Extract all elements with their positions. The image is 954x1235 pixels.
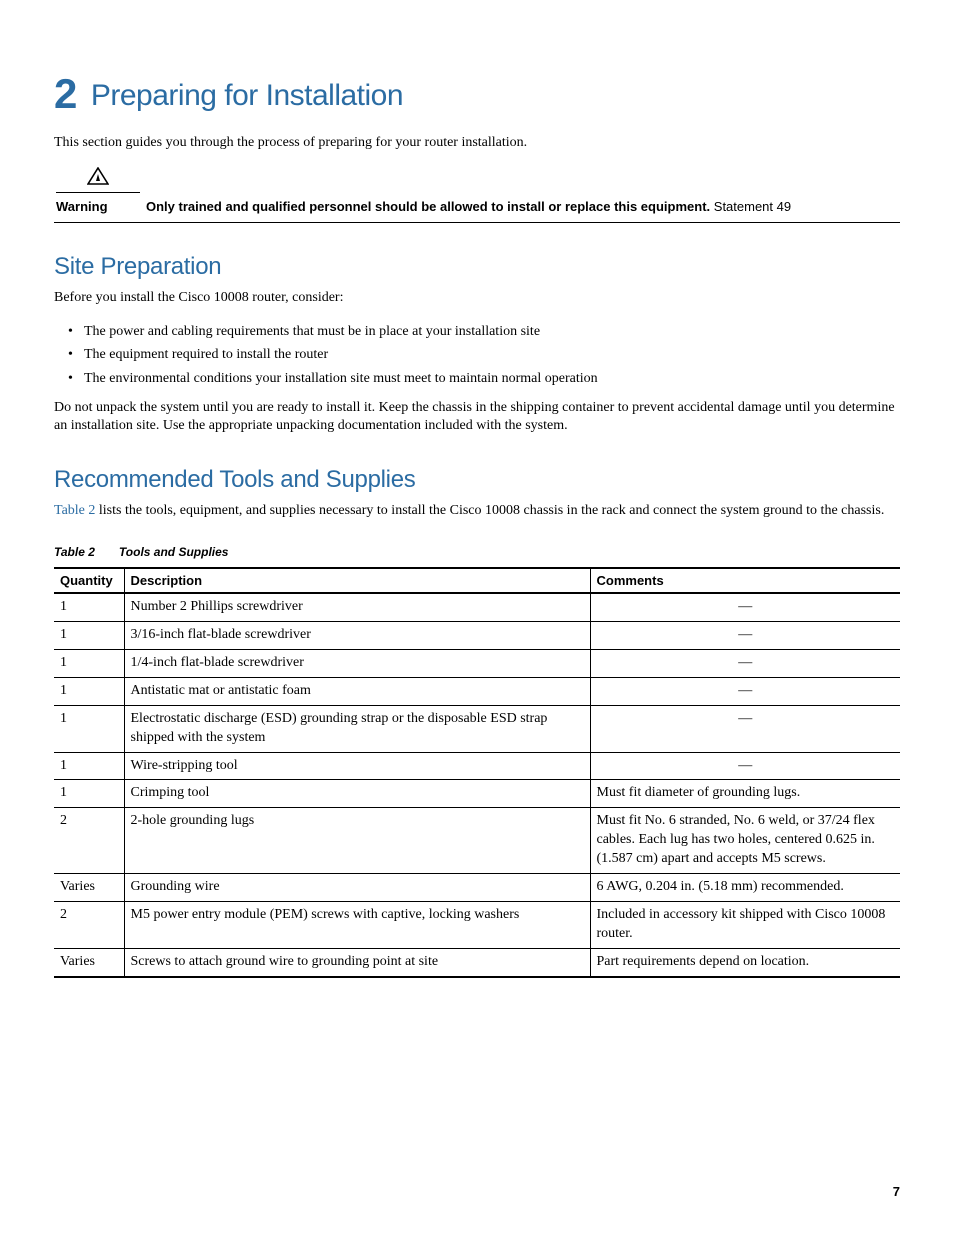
- site-prep-tail: Do not unpack the system until you are r…: [54, 399, 900, 437]
- warning-label: Warning: [54, 199, 146, 214]
- table-row: 1Crimping toolMust fit diameter of groun…: [54, 780, 900, 808]
- cell-description: Grounding wire: [124, 874, 590, 902]
- cell-comments: —: [590, 752, 900, 780]
- cell-comments: 6 AWG, 0.204 in. (5.18 mm) recommended.: [590, 874, 900, 902]
- table-2-xref[interactable]: Table 2: [54, 503, 95, 518]
- cell-comments: —: [590, 650, 900, 678]
- cell-comments: —: [590, 705, 900, 752]
- list-item: The power and cabling requirements that …: [84, 322, 900, 342]
- col-comments: Comments: [590, 568, 900, 593]
- cell-quantity: 1: [54, 650, 124, 678]
- cell-quantity: 1: [54, 705, 124, 752]
- col-description: Description: [124, 568, 590, 593]
- site-prep-lead: Before you install the Cisco 10008 route…: [54, 289, 900, 308]
- table-header-row: Quantity Description Comments: [54, 568, 900, 593]
- chapter-title: Preparing for Installation: [91, 79, 403, 112]
- cell-quantity: 1: [54, 752, 124, 780]
- cell-comments: —: [590, 622, 900, 650]
- table-row: VariesScrews to attach ground wire to gr…: [54, 948, 900, 976]
- site-preparation-heading: Site Preparation: [54, 253, 900, 281]
- table-row: 22-hole grounding lugsMust fit No. 6 str…: [54, 808, 900, 874]
- chapter-number: 2: [54, 70, 77, 117]
- warning-trail: Statement 49: [710, 199, 791, 214]
- cell-quantity: 2: [54, 808, 124, 874]
- cell-comments: —: [590, 593, 900, 621]
- cell-description: Crimping tool: [124, 780, 590, 808]
- cell-description: Wire-stripping tool: [124, 752, 590, 780]
- cell-quantity: 2: [54, 901, 124, 948]
- cell-comments: —: [590, 677, 900, 705]
- recommended-lead: Table 2 lists the tools, equipment, and …: [54, 502, 900, 521]
- cell-quantity: 1: [54, 780, 124, 808]
- chapter-heading: 2 Preparing for Installation: [54, 70, 900, 118]
- cell-quantity: Varies: [54, 948, 124, 976]
- cell-comments: Must fit No. 6 stranded, No. 6 weld, or …: [590, 808, 900, 874]
- page-number: 7: [893, 1184, 900, 1199]
- cell-quantity: 1: [54, 593, 124, 621]
- cell-description: Number 2 Phillips screwdriver: [124, 593, 590, 621]
- cell-description: 2-hole grounding lugs: [124, 808, 590, 874]
- intro-paragraph: This section guides you through the proc…: [54, 134, 900, 153]
- cell-comments: Included in accessory kit shipped with C…: [590, 901, 900, 948]
- list-item: The equipment required to install the ro…: [84, 345, 900, 365]
- cell-description: M5 power entry module (PEM) screws with …: [124, 901, 590, 948]
- table-row: VariesGrounding wire6 AWG, 0.204 in. (5.…: [54, 874, 900, 902]
- table-caption-number: Table 2: [54, 545, 95, 559]
- table-row: 1Wire-stripping tool—: [54, 752, 900, 780]
- warning-text: Only trained and qualified personnel sho…: [146, 199, 900, 214]
- table-row: 13/16-inch flat-blade screwdriver—: [54, 622, 900, 650]
- col-quantity: Quantity: [54, 568, 124, 593]
- cell-quantity: 1: [54, 677, 124, 705]
- cell-description: 3/16-inch flat-blade screwdriver: [124, 622, 590, 650]
- cell-description: 1/4-inch flat-blade screwdriver: [124, 650, 590, 678]
- warning-bold: Only trained and qualified personnel sho…: [146, 199, 710, 214]
- table-row: 2M5 power entry module (PEM) screws with…: [54, 901, 900, 948]
- table-caption-title: Tools and Supplies: [119, 545, 229, 559]
- table-row: 1Electrostatic discharge (ESD) grounding…: [54, 705, 900, 752]
- recommended-tools-heading: Recommended Tools and Supplies: [54, 466, 900, 494]
- cell-description: Electrostatic discharge (ESD) grounding …: [124, 705, 590, 752]
- table-row: 1Antistatic mat or antistatic foam—: [54, 677, 900, 705]
- site-prep-bullets: The power and cabling requirements that …: [84, 322, 900, 389]
- list-item: The environmental conditions your instal…: [84, 369, 900, 389]
- warning-triangle-icon: [87, 167, 109, 185]
- cell-description: Antistatic mat or antistatic foam: [124, 677, 590, 705]
- table-row: 11/4-inch flat-blade screwdriver—: [54, 650, 900, 678]
- cell-quantity: Varies: [54, 874, 124, 902]
- cell-comments: Part requirements depend on location.: [590, 948, 900, 976]
- warning-block: Warning Only trained and qualified perso…: [54, 167, 900, 223]
- table-caption: Table 2 Tools and Supplies: [54, 545, 900, 559]
- cell-quantity: 1: [54, 622, 124, 650]
- recommended-lead-rest: lists the tools, equipment, and supplies…: [95, 503, 884, 518]
- cell-description: Screws to attach ground wire to groundin…: [124, 948, 590, 976]
- tools-table: Quantity Description Comments 1Number 2 …: [54, 567, 900, 977]
- table-row: 1Number 2 Phillips screwdriver—: [54, 593, 900, 621]
- warning-icon-underline: [56, 167, 140, 193]
- cell-comments: Must fit diameter of grounding lugs.: [590, 780, 900, 808]
